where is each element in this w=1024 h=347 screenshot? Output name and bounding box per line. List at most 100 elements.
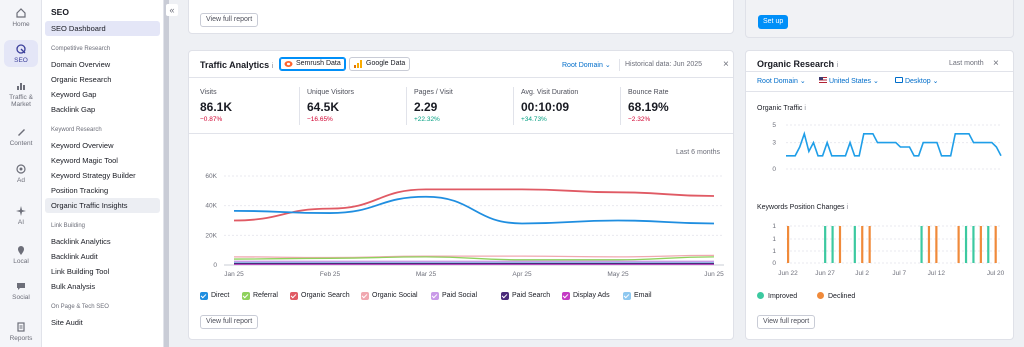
metrics-divider: [189, 133, 733, 134]
legend-item[interactable]: Declined: [817, 292, 855, 300]
nav-item[interactable]: Keyword Strategy Builder: [45, 168, 160, 183]
legend-item[interactable]: Display Ads: [562, 292, 610, 300]
tab-semrush-data[interactable]: Semrush Data: [279, 57, 346, 71]
nav-item[interactable]: Backlink Audit: [45, 249, 160, 264]
info-icon[interactable]: i: [804, 105, 806, 112]
bar-declined[interactable]: [868, 226, 871, 263]
nav-item[interactable]: Site Audit: [45, 315, 160, 330]
bar-declined[interactable]: [861, 226, 864, 263]
nav-item[interactable]: Keyword Magic Tool: [45, 153, 160, 168]
divider: [619, 59, 620, 71]
legend-item[interactable]: Organic Social: [361, 292, 418, 300]
setup-button[interactable]: Set up: [758, 15, 789, 29]
chevron-down-icon: ⌄: [799, 78, 806, 85]
nav-item[interactable]: Organic Traffic Insights: [45, 198, 160, 213]
legend-label: Display Ads: [573, 292, 610, 299]
nav-item[interactable]: Bulk Analysis: [45, 279, 160, 294]
view-full-report-button-top[interactable]: View full report: [200, 13, 259, 27]
root-domain-label: Root Domain: [562, 62, 603, 69]
device-select[interactable]: Desktop ⌄: [895, 77, 938, 85]
info-icon[interactable]: i: [847, 204, 849, 211]
nav-item[interactable]: Position Tracking: [45, 183, 160, 198]
legend-item[interactable]: Direct: [200, 292, 230, 300]
y-tick-label: 0: [772, 166, 776, 173]
bar-improved[interactable]: [920, 226, 923, 263]
collapse-sidebar-icon[interactable]: «: [166, 4, 178, 16]
rail-item-label: Home: [12, 21, 30, 28]
info-icon[interactable]: i: [272, 63, 274, 70]
rail-item-label: Content: [9, 140, 33, 147]
bar-improved[interactable]: [824, 226, 827, 263]
series-line-organic-social[interactable]: [233, 254, 715, 259]
bar-improved[interactable]: [964, 226, 968, 263]
bar-declined[interactable]: [994, 226, 997, 263]
bar-declined[interactable]: [979, 226, 982, 263]
bar-improved[interactable]: [831, 226, 834, 263]
rail-item-ad[interactable]: Ad: [0, 163, 42, 184]
bar-improved[interactable]: [972, 226, 975, 263]
bar-declined[interactable]: [927, 226, 931, 263]
tab-google-data[interactable]: Google Data: [349, 57, 411, 71]
rail-item-home[interactable]: Home: [0, 7, 42, 28]
nav-item[interactable]: Backlink Gap: [45, 102, 160, 117]
rail-item-social[interactable]: Social: [0, 280, 42, 301]
legend-item[interactable]: Referral: [242, 292, 278, 300]
legend-item[interactable]: Paid Social: [431, 292, 477, 300]
nav-item[interactable]: Keyword Overview: [45, 138, 160, 153]
checkbox-icon: [290, 292, 298, 300]
rail-item-ai[interactable]: AI: [0, 205, 42, 226]
view-full-report-button[interactable]: View full report: [757, 315, 816, 329]
view-full-report-button[interactable]: View full report: [200, 315, 259, 329]
nav-item[interactable]: Keyword Gap: [45, 87, 160, 102]
bar-improved[interactable]: [987, 226, 990, 263]
organic-research-title: Organic Research i: [757, 59, 838, 69]
chevron-down-icon: ⌄: [932, 78, 939, 85]
checkbox-icon: [242, 292, 250, 300]
x-tick-label: Jul 12: [928, 270, 946, 277]
app-rail: Home SEO Traffic & Market Content Ad AI Local S…: [0, 0, 42, 347]
legend-item[interactable]: Email: [623, 292, 652, 300]
sidebar-scrollbar[interactable]: [164, 0, 169, 347]
nav-item[interactable]: Link Building Tool: [45, 264, 160, 279]
nav-section-heading: Competitive Research: [51, 46, 111, 52]
metric-delta: +22.32%: [414, 116, 440, 123]
organic-traffic-label-text: Organic Traffic: [757, 105, 803, 112]
rail-item-seo[interactable]: SEO: [0, 40, 42, 67]
nav-seo-dashboard[interactable]: SEO Dashboard: [45, 21, 160, 36]
info-icon[interactable]: i: [837, 62, 839, 69]
rail-item-reports[interactable]: Reports: [0, 321, 42, 342]
bar-declined[interactable]: [838, 226, 842, 263]
country-select[interactable]: United States ⌄: [819, 77, 879, 85]
nav-item[interactable]: Backlink Analytics: [45, 234, 160, 249]
header-divider: [746, 71, 1013, 72]
close-icon[interactable]: ×: [993, 58, 999, 69]
tab-semrush-label: Semrush Data: [296, 60, 341, 67]
legend-label: Declined: [828, 293, 856, 300]
organic-traffic-line[interactable]: [786, 131, 1002, 157]
organic-traffic-label: Organic Traffic i: [757, 105, 806, 112]
close-icon[interactable]: ×: [723, 59, 729, 70]
nav-item[interactable]: Organic Research: [45, 72, 160, 87]
bar-declined[interactable]: [787, 226, 790, 263]
legend-item[interactable]: Improved: [757, 292, 797, 300]
rail-item-label: Traffic & Market: [9, 94, 33, 108]
nav-item[interactable]: Domain Overview: [45, 57, 160, 72]
rail-item-label: Ad: [17, 177, 25, 184]
traffic-market-icon: [17, 83, 25, 90]
rail-item-content[interactable]: Content: [0, 126, 42, 147]
bar-improved[interactable]: [853, 226, 856, 263]
root-domain-select[interactable]: Root Domain ⌄: [562, 61, 611, 69]
nav-section-heading: Keyword Research: [51, 127, 102, 133]
bar-declined[interactable]: [935, 226, 938, 263]
rail-item-local[interactable]: Local: [0, 244, 42, 265]
legend-item[interactable]: Organic Search: [290, 292, 350, 300]
root-domain-select[interactable]: Root Domain ⌄: [757, 77, 806, 85]
legend-item[interactable]: Paid Search: [501, 292, 550, 300]
rail-item-box: Reports: [0, 321, 42, 342]
bar-declined[interactable]: [957, 226, 960, 263]
historical-data-label: Historical data: Jun 2025: [625, 61, 703, 68]
legend-label: Direct: [211, 292, 230, 299]
series-line-organic-search[interactable]: [233, 188, 715, 222]
y-tick-label: 1: [772, 223, 776, 230]
rail-item-traffic-market[interactable]: Traffic & Market: [0, 80, 42, 108]
